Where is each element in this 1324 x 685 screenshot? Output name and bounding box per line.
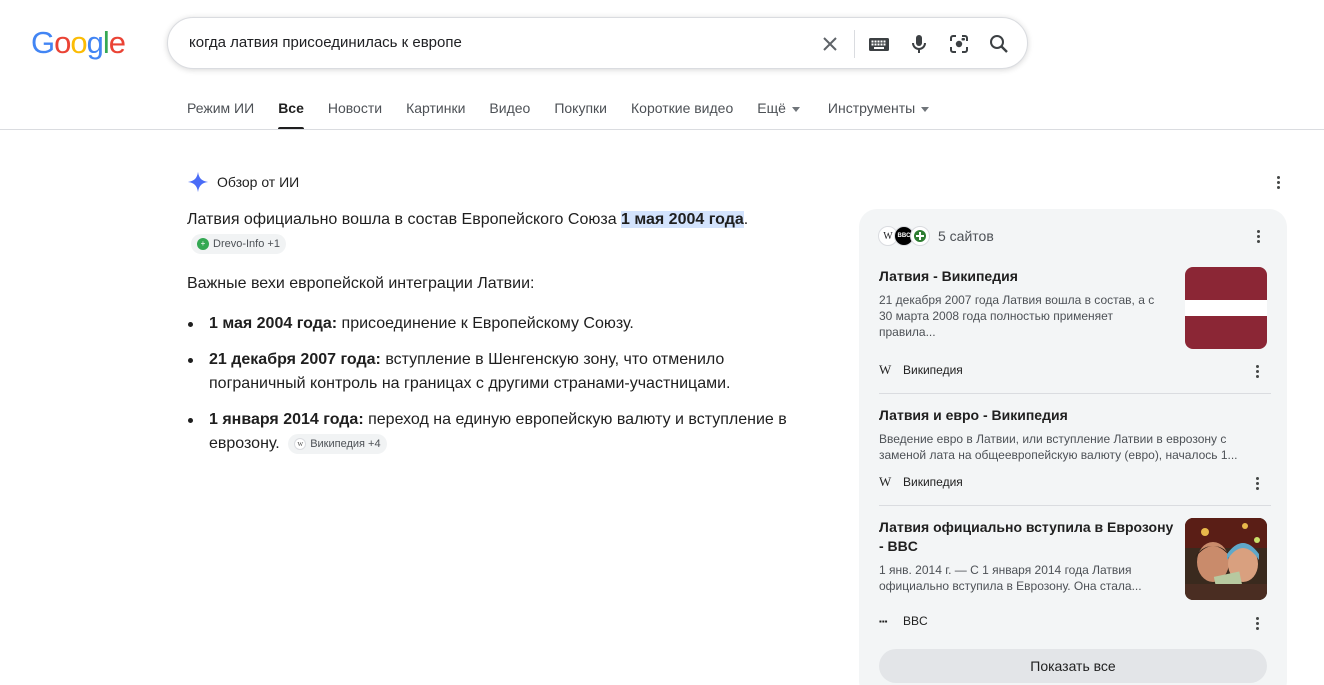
source-divider xyxy=(879,505,1271,506)
milestone-date: 21 декабря 2007 года: xyxy=(209,351,381,368)
milestone-text: присоединение к Европейскому Союзу. xyxy=(337,315,634,332)
tab-label: Видео xyxy=(489,100,531,116)
tab-label: Режим ИИ xyxy=(187,100,255,116)
list-item: 21 декабря 2007 года: вступление в Шенге… xyxy=(187,348,807,396)
list-item: 1 мая 2004 года: присоединение к Европей… xyxy=(187,312,807,336)
lens-icon[interactable] xyxy=(947,32,971,56)
tab-8[interactable]: Ещё xyxy=(757,100,800,130)
sources-panel: W BBC 5 сайтов Латвия - Википедия 21 дек… xyxy=(859,209,1287,685)
source-title[interactable]: Латвия официально вступила в Еврозону - … xyxy=(879,518,1174,556)
search-tabs: Режим ИИ Все Новости Картинки Видео Покупки Ко… xyxy=(187,100,953,130)
google-logo[interactable]: Google xyxy=(31,25,126,61)
keyboard-icon[interactable] xyxy=(867,32,891,56)
tab-label: Картинки xyxy=(406,100,466,116)
source-more-icon[interactable] xyxy=(1247,473,1267,493)
source-site-name: Википедия xyxy=(903,363,963,377)
wikipedia-icon: w xyxy=(294,438,307,450)
source-snippet: 21 декабря 2007 года Латвия вошла в сост… xyxy=(879,293,1155,339)
tab-label: Все xyxy=(278,100,304,116)
citation-chip-label: Drevo-Info +1 xyxy=(213,238,280,250)
citation-chip[interactable]: + Drevo-Info +1 xyxy=(191,234,286,254)
tab-label: Короткие видео xyxy=(631,100,734,116)
source-snippet: Введение евро в Латвии, или вступление Л… xyxy=(879,432,1238,462)
ai-overview-more-icon[interactable] xyxy=(1268,172,1288,192)
tab-4[interactable]: Картинки xyxy=(406,100,465,130)
caret-down-icon xyxy=(791,106,800,112)
source-title[interactable]: Латвия и евро - Википедия xyxy=(879,406,1267,425)
source-more-icon[interactable] xyxy=(1247,613,1267,633)
list-item: 1 января 2014 года: переход на единую ев… xyxy=(187,408,807,456)
drevo-info-icon xyxy=(910,226,930,246)
source-card[interactable]: Латвия официально вступила в Еврозону - … xyxy=(879,518,1267,640)
ai-intro-text: Латвия официально вошла в состав Европей… xyxy=(187,211,622,228)
wikipedia-icon: W xyxy=(879,474,892,489)
ai-overview-title: Обзор от ИИ xyxy=(217,174,300,190)
logo-letter: G xyxy=(31,25,55,60)
ai-intro-end: . xyxy=(743,211,749,228)
milestone-date: 1 января 2014 года: xyxy=(209,411,364,428)
search-icon[interactable] xyxy=(987,32,1011,56)
mic-icon[interactable] xyxy=(907,32,931,56)
logo-letter: o xyxy=(54,25,71,60)
ai-intro: Латвия официально вошла в состав Европей… xyxy=(187,208,807,256)
sources-header[interactable]: W BBC 5 сайтов xyxy=(878,226,994,246)
source-site-name: BBC xyxy=(903,614,928,628)
search-box[interactable]: когда латвия присоединилась к европе xyxy=(167,17,1028,69)
search-divider xyxy=(854,30,855,58)
drevo-info-icon: + xyxy=(197,238,209,250)
logo-letter: g xyxy=(86,25,104,60)
close-icon[interactable] xyxy=(818,32,842,56)
source-title[interactable]: Латвия - Википедия xyxy=(879,267,1169,286)
show-all-button[interactable]: Показать все xyxy=(879,649,1267,683)
source-card[interactable]: Латвия - Википедия 21 декабря 2007 года … xyxy=(879,267,1267,389)
logo-letter: o xyxy=(70,25,87,60)
tab-label: Новости xyxy=(327,100,383,116)
ai-milestones-list: 1 мая 2004 года: присоединение к Европей… xyxy=(187,312,807,456)
tab-7[interactable]: Короткие видео xyxy=(631,100,733,130)
source-site: W Википедия xyxy=(879,362,963,378)
ai-milestones-heading: Важные вехи европейской интеграции Латви… xyxy=(187,275,535,292)
tab-1[interactable]: Режим ИИ xyxy=(187,100,254,130)
citation-chip[interactable]: w Википедия +4 xyxy=(288,434,387,454)
source-divider xyxy=(879,393,1271,394)
source-site: ▪▪▪ BBC xyxy=(879,614,928,628)
tab-9[interactable]: Инструменты xyxy=(827,100,930,130)
source-site-name: Википедия xyxy=(903,475,963,489)
tab-6[interactable]: Покупки xyxy=(554,100,607,130)
bbc-news-image[interactable] xyxy=(1185,518,1267,600)
sites-count: 5 сайтов xyxy=(938,228,994,244)
tab-label: Покупки xyxy=(554,100,607,116)
milestone-date: 1 мая 2004 года: xyxy=(209,315,338,332)
sources-more-icon[interactable] xyxy=(1248,226,1268,246)
ai-intro-highlight: 1 мая 2004 года xyxy=(621,211,744,228)
source-card[interactable]: Латвия и евро - Википедия Введение евро … xyxy=(879,406,1267,496)
source-more-icon[interactable] xyxy=(1247,361,1267,381)
wikipedia-icon: W xyxy=(879,362,892,377)
search-input[interactable]: когда латвия присоединилась к европе xyxy=(189,34,462,51)
ai-overview-header: Обзор от ИИ xyxy=(187,171,299,193)
latvia-flag-image[interactable] xyxy=(1185,267,1267,349)
source-snippet: 1 янв. 2014 г. — С 1 января 2014 года Ла… xyxy=(879,563,1142,593)
tab-5[interactable]: Видео xyxy=(489,100,530,130)
ai-sparkle-icon xyxy=(187,171,209,193)
bbc-icon: ▪▪▪ xyxy=(879,616,888,626)
header-divider xyxy=(0,129,1324,130)
source-site: W Википедия xyxy=(879,474,963,490)
caret-down-icon xyxy=(921,106,930,112)
tab-label: Ещё xyxy=(757,100,786,116)
logo-letter: e xyxy=(108,25,126,60)
tab-label: Инструменты xyxy=(827,100,916,116)
tab-2[interactable]: Все xyxy=(278,100,304,130)
citation-chip-label: Википедия +4 xyxy=(310,438,381,450)
tab-3[interactable]: Новости xyxy=(328,100,382,130)
ai-overview-body: Латвия официально вошла в состав Европей… xyxy=(187,208,807,468)
